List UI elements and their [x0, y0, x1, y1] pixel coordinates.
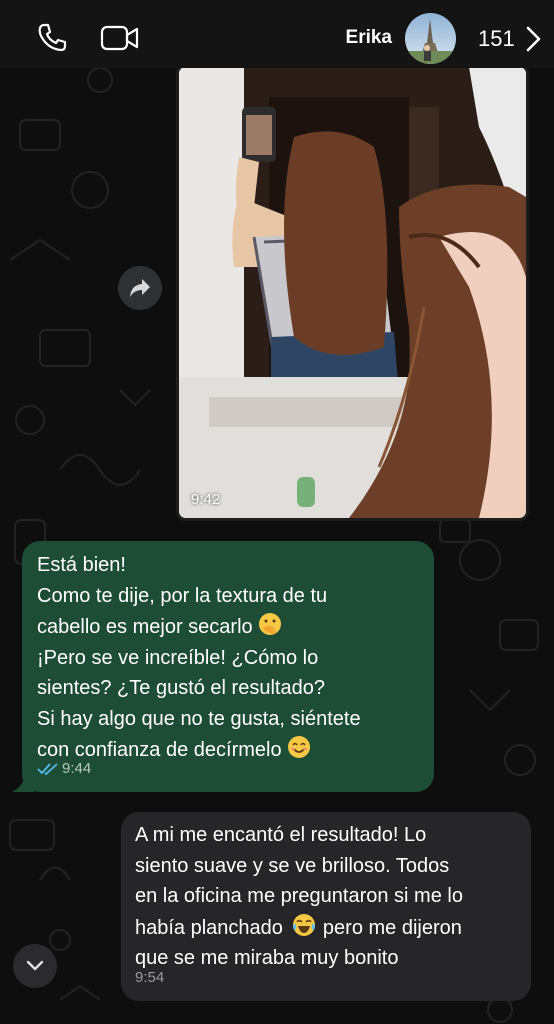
video-camera-icon[interactable]: [100, 24, 140, 52]
chat-header: Erika 151: [0, 0, 554, 68]
message-text-line: A mi me encantó el resultado! Lo: [135, 824, 427, 846]
smiling-face-emoji-icon: [287, 736, 310, 758]
message-time: 9:54: [135, 968, 165, 986]
message-text-line: había planchado: [135, 916, 283, 939]
scroll-to-bottom-button[interactable]: [13, 944, 57, 988]
message-text-line: Como te dije, por la textura de tu: [37, 584, 328, 607]
message-text-line: cabello es mejor secarlo: [37, 616, 253, 638]
forward-arrow-icon: [130, 279, 150, 297]
chevron-down-icon: [26, 960, 44, 971]
message-time: 9:42: [191, 491, 221, 508]
message-text-line: siento suave y se ve brilloso. Todos: [135, 854, 450, 877]
message-text-line: sientes? ¿Te gustó el resultado?: [37, 677, 325, 699]
message-time: 9:44: [62, 759, 92, 777]
message-text-line: Está bien!: [37, 554, 126, 576]
read-receipt-icon: [37, 763, 58, 775]
incoming-message[interactable]: A mi me encantó el resultado! Lo siento …: [121, 812, 531, 1001]
contact-avatar[interactable]: [405, 13, 456, 64]
chevron-right-icon[interactable]: [522, 26, 544, 52]
message-text-line: Si hay algo que no te gusta, siéntete: [37, 707, 361, 730]
message-text-line: ¡Pero se ve increíble! ¿Cómo lo: [37, 646, 319, 669]
forward-button[interactable]: [118, 266, 162, 310]
unread-count[interactable]: 151: [478, 26, 515, 52]
tears-of-joy-emoji-icon: [292, 913, 315, 936]
message-meta: 9:44: [37, 754, 91, 785]
phone-icon[interactable]: [36, 22, 68, 54]
message-text-line: que se me miraba muy bonito: [135, 947, 399, 969]
message-text-line: pero me dijeron: [322, 916, 462, 939]
message-meta: 9:54: [135, 963, 164, 994]
mirror-selfie-photo: [179, 67, 526, 518]
image-message[interactable]: 9:42: [176, 64, 529, 521]
bubble-tail: [12, 772, 34, 792]
message-text-line: en la oficina me preguntaron si me lo: [135, 885, 463, 907]
hand-over-mouth-emoji-icon: [258, 613, 281, 635]
contact-name[interactable]: Erika: [346, 26, 392, 50]
outgoing-message[interactable]: Está bien! Como te dije, por la textura …: [12, 541, 434, 792]
